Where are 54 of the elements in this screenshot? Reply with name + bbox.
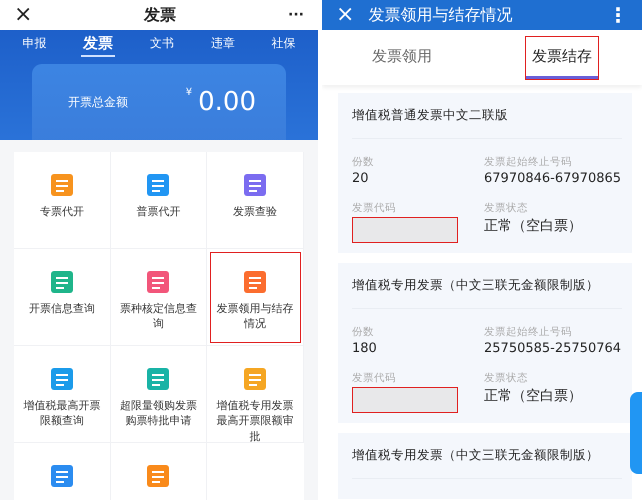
field-label: 发票代码 [352, 201, 397, 215]
more-icon[interactable]: ⋮ [608, 3, 628, 27]
screen-title: 发票领用与结存情况 [367, 4, 514, 26]
document-icon [242, 172, 268, 198]
field-label: 份数 [352, 155, 375, 169]
amount-value: 0.00 [198, 87, 256, 117]
field-value: 180 [352, 341, 378, 358]
field-label: 发票起始终止号码 [484, 155, 573, 169]
record-tab[interactable]: 发票结存 [482, 30, 642, 85]
close-icon[interactable]: × [336, 4, 354, 26]
invoice-type: 增值税专用发票（中文三联无金额限制版） [352, 277, 622, 309]
amount-label: 开票总金额 [68, 94, 128, 110]
service-tile[interactable]: 普票代开 [110, 152, 208, 249]
service-tile[interactable]: 票种核定信息查询 [110, 249, 208, 346]
category-tab[interactable]: 发票 [81, 32, 116, 56]
document-icon [48, 269, 75, 295]
field-label: 发票代码 [352, 371, 397, 385]
invoice-type: 增值税专用发票（中文三联无金额限制版） [352, 447, 622, 479]
service-tile[interactable]: 开票信息查询 [14, 249, 111, 346]
service-tile[interactable]: 增值税专用发票最高开票限额审批 [207, 346, 304, 443]
field-label: 发票状态 [484, 201, 529, 215]
document-icon [48, 366, 75, 392]
document-icon [242, 366, 268, 392]
invoice-type: 增值税普通发票中文二联版 [352, 107, 622, 139]
document-icon [145, 463, 172, 489]
category-tab[interactable]: 违章 [208, 32, 237, 56]
currency-symbol: ¥ [186, 87, 192, 98]
category-tab[interactable]: 社保 [270, 32, 298, 56]
document-icon [145, 172, 172, 198]
side-tab[interactable] [630, 392, 642, 474]
record-tab[interactable]: 发票领用 [322, 30, 482, 85]
service-tile[interactable]: 发票领用与结存情况 [207, 249, 304, 346]
field-value: 20 [352, 171, 370, 188]
close-icon[interactable]: × [14, 4, 32, 26]
document-icon [145, 269, 172, 295]
field-label: 份数 [352, 325, 375, 339]
document-icon [242, 269, 268, 295]
document-icon [48, 463, 75, 489]
document-icon [145, 366, 172, 392]
field-value: 67970846-67970865 [484, 171, 622, 188]
document-icon [48, 172, 75, 198]
field-value: 25750585-25750764 [484, 341, 622, 358]
field-value: 正常（空白票） [484, 387, 583, 406]
field-label: 发票起始终止号码 [484, 325, 573, 339]
service-tile[interactable]: 超限量领购发票购票特批申请 [110, 346, 208, 443]
category-tab[interactable]: 申报 [20, 32, 48, 56]
service-tile[interactable]: 增值税最高开票限额查询 [14, 346, 111, 443]
service-tile[interactable]: 专票代开 [14, 152, 111, 249]
category-tab[interactable]: 文书 [148, 32, 176, 56]
field-value: 正常（空白票） [484, 217, 583, 236]
field-label: 发票状态 [484, 371, 529, 385]
service-tile[interactable]: 发票查验 [207, 152, 304, 249]
more-icon[interactable]: ··· [288, 7, 304, 23]
screen-title: 发票 [142, 4, 178, 26]
